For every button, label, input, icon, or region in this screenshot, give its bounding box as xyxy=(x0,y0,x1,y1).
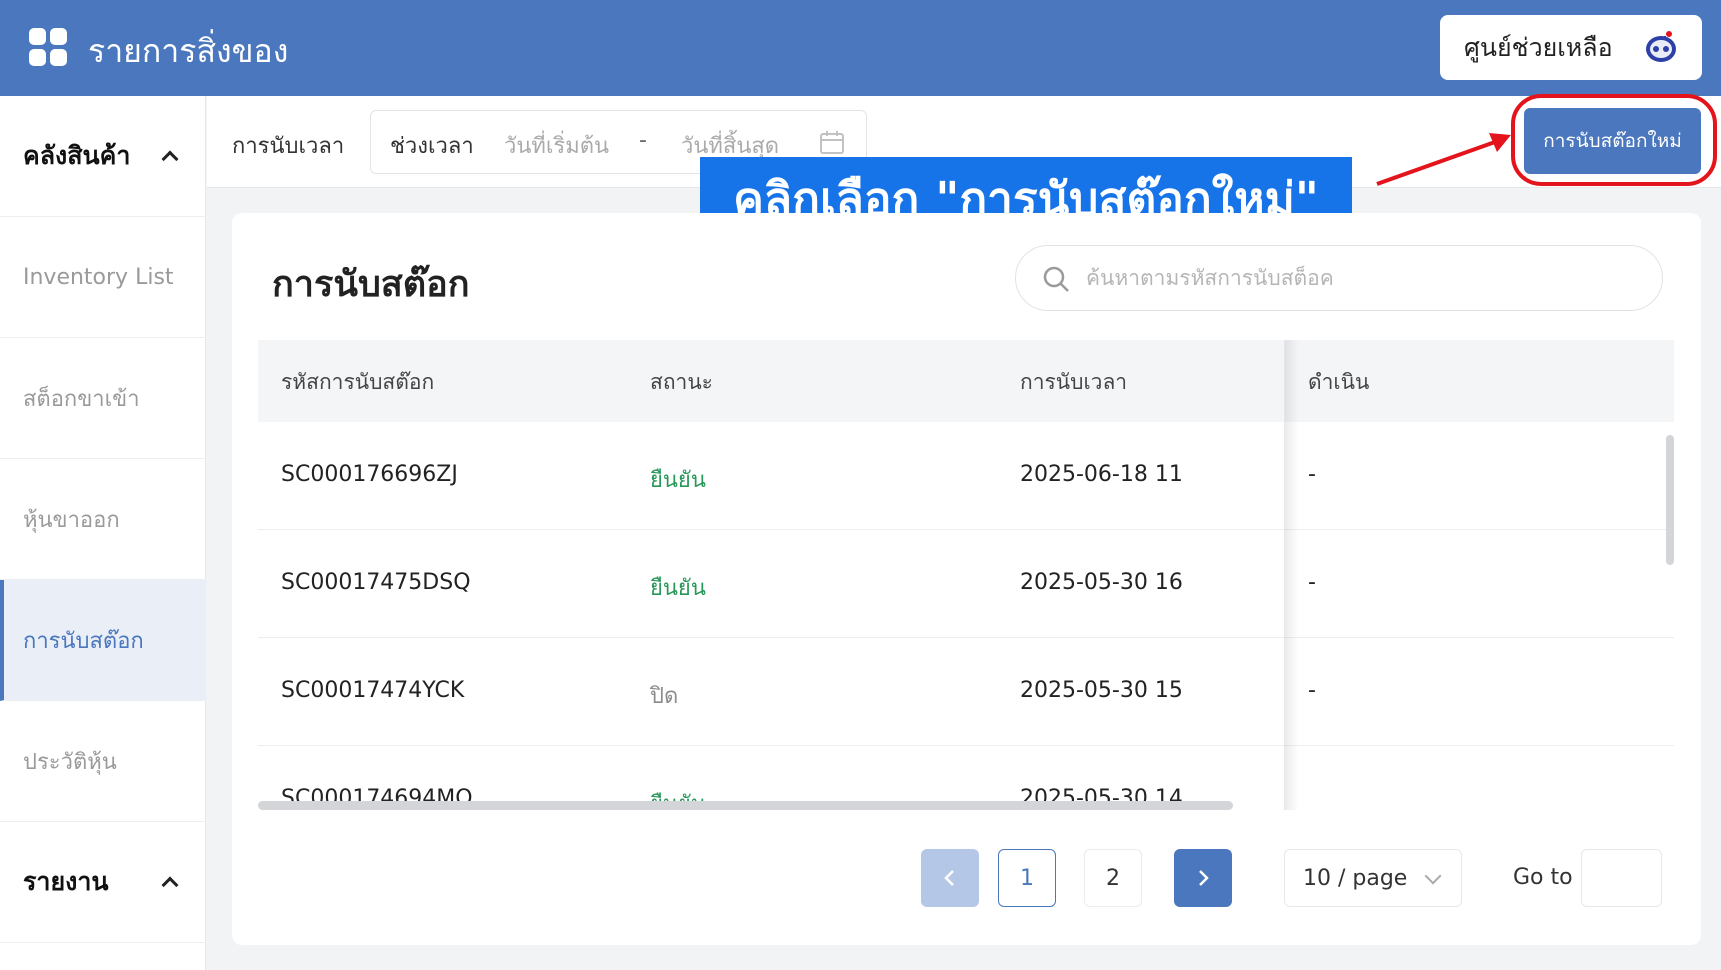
table-row[interactable]: SC00017474YCK ปิด 2025-05-30 15:1 - xyxy=(258,638,1674,746)
page-size-value: 10 / page xyxy=(1303,865,1408,891)
sidebar-item-label: รายงาน xyxy=(23,867,109,896)
chevron-down-icon xyxy=(1424,867,1442,885)
header-action: ดำเนิน xyxy=(1308,370,1370,394)
arrow-icon xyxy=(1376,133,1511,186)
search-icon xyxy=(1043,266,1069,292)
sidebar-item-label: ประวัติหุ้น xyxy=(23,749,117,775)
sidebar-item-stock-out[interactable]: หุ้นขาออก xyxy=(0,459,206,580)
chevron-right-icon xyxy=(1199,870,1209,886)
range-separator: - xyxy=(639,128,647,153)
calendar-icon[interactable] xyxy=(819,129,845,155)
search-input[interactable] xyxy=(1086,258,1646,298)
cell-time: 2025-05-30 16:0 xyxy=(1020,570,1185,595)
highlight-circle xyxy=(1511,94,1717,186)
sticky-column-shadow xyxy=(1285,340,1299,810)
page-1-button[interactable]: 1 xyxy=(998,849,1056,907)
range-label: ช่วงเวลา xyxy=(390,134,474,159)
help-center-label: ศูนย์ช่วยเหลือ xyxy=(1464,32,1613,62)
prev-page-button[interactable] xyxy=(921,849,979,907)
filter-label: การนับเวลา xyxy=(232,134,345,159)
chevron-up-icon xyxy=(161,876,179,894)
stock-count-card: การนับสต๊อก รหัสการนับสต๊อก สถานะ การนับ… xyxy=(232,213,1701,945)
start-date-field[interactable]: วันที่เริ่มต้น xyxy=(504,128,609,163)
sidebar-item-label: คลังสินค้า xyxy=(23,141,131,170)
sidebar-item-inventory-list[interactable]: Inventory List xyxy=(0,217,206,338)
cell-action: - xyxy=(1308,678,1316,703)
sidebar-group-reports[interactable]: รายงาน xyxy=(0,822,206,943)
vertical-scrollbar[interactable] xyxy=(1666,435,1674,565)
header-code: รหัสการนับสต๊อก xyxy=(281,370,435,394)
table-row[interactable]: SC00017475DSQ ยืนยัน 2025-05-30 16:0 - xyxy=(258,530,1674,638)
cell-action: - xyxy=(1308,462,1316,487)
status-badge: ยืนยัน xyxy=(650,468,706,493)
top-bar: รายการสิ่งของ ศูนย์ช่วยเหลือ xyxy=(0,0,1721,96)
help-center-button[interactable]: ศูนย์ช่วยเหลือ xyxy=(1440,15,1702,80)
cell-action: - xyxy=(1308,570,1316,595)
table-row[interactable]: SC000176696ZJ ยืนยัน 2025-06-18 11:5 - xyxy=(258,422,1674,530)
stock-count-table: รหัสการนับสต๊อก สถานะ การนับเวลา ดำเนิน … xyxy=(258,340,1674,810)
header-status: สถานะ xyxy=(650,370,713,394)
page-2-button[interactable]: 2 xyxy=(1084,849,1142,907)
chevron-left-icon xyxy=(944,870,954,886)
goto-label: Go to xyxy=(1513,865,1573,890)
page-size-select[interactable]: 10 / page xyxy=(1284,849,1462,907)
sidebar: คลังสินค้า Inventory List สต็อกขาเข้า หุ… xyxy=(0,96,206,970)
cell-code: SC00017474YCK xyxy=(281,678,465,703)
sidebar-item-stock-count[interactable]: การนับสต๊อก xyxy=(0,580,206,701)
status-badge: ปิด xyxy=(650,684,679,709)
grid-icon[interactable] xyxy=(29,28,67,66)
cell-time: 2025-05-30 15:1 xyxy=(1020,678,1185,703)
header-time: การนับเวลา xyxy=(1020,370,1128,394)
sidebar-item-stock-in[interactable]: สต็อกขาเข้า xyxy=(0,338,206,459)
sidebar-group-warehouse[interactable]: คลังสินค้า xyxy=(0,96,206,217)
sidebar-item-label: สต็อกขาเข้า xyxy=(23,386,140,412)
app-title: รายการสิ่งของ xyxy=(88,32,289,70)
sidebar-item-label: หุ้นขาออก xyxy=(23,507,120,533)
page-title: การนับสต๊อก xyxy=(272,264,470,305)
cell-time: 2025-06-18 11:5 xyxy=(1020,462,1185,487)
cell-code: SC00017475DSQ xyxy=(281,570,471,595)
horizontal-scrollbar[interactable] xyxy=(258,801,1233,810)
robot-icon xyxy=(1646,31,1676,62)
status-badge: ยืนยัน xyxy=(650,576,706,601)
chevron-up-icon xyxy=(161,150,179,168)
search-box[interactable] xyxy=(1015,245,1663,311)
cell-code: SC000176696ZJ xyxy=(281,462,458,487)
sidebar-item-label: Inventory List xyxy=(23,264,174,290)
goto-page-input[interactable] xyxy=(1581,849,1662,907)
sidebar-item-stock-history[interactable]: ประวัติหุ้น xyxy=(0,701,206,822)
sidebar-item-label: การนับสต๊อก xyxy=(23,628,144,654)
next-page-button[interactable] xyxy=(1174,849,1232,907)
table-header: รหัสการนับสต๊อก สถานะ การนับเวลา ดำเนิน xyxy=(258,340,1674,422)
